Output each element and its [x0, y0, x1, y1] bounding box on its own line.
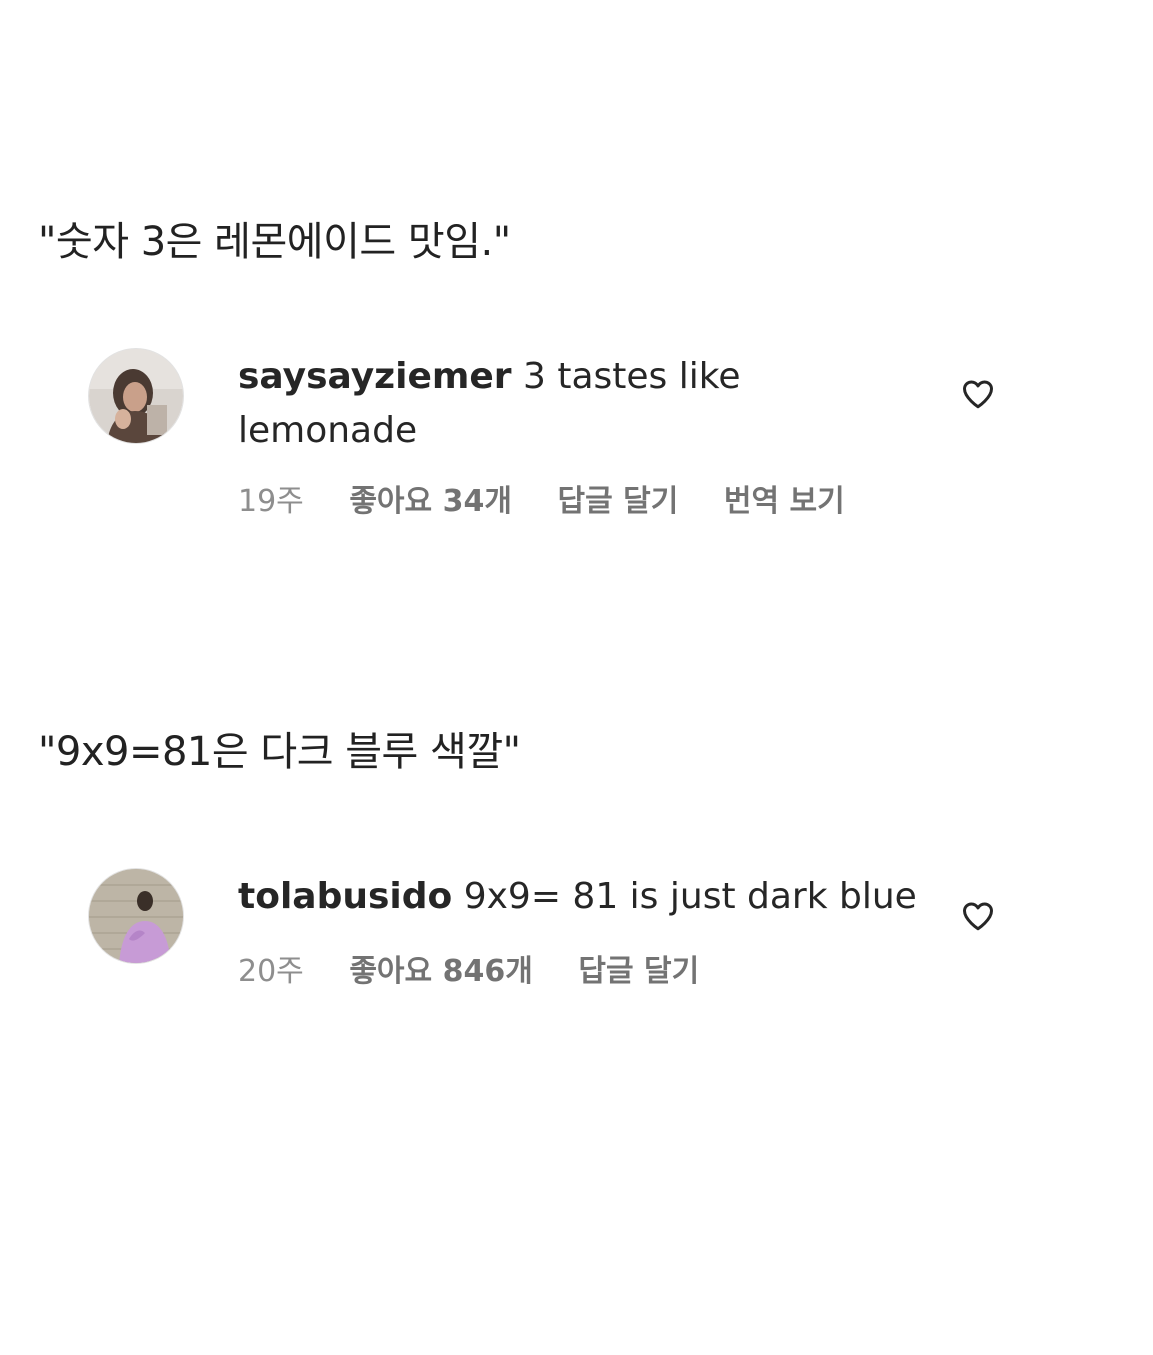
comment-meta: 20주 좋아요 846개 답글 달기	[238, 954, 735, 990]
avatar[interactable]	[88, 348, 184, 444]
heart-outline-icon[interactable]	[960, 376, 996, 412]
caption-quote-1: "숫자 3은 레몬에이드 맛임."	[38, 219, 511, 265]
comment-username[interactable]: tolabusido	[238, 876, 452, 917]
avatar[interactable]	[88, 868, 184, 964]
reply-button[interactable]: 답글 달기	[578, 954, 699, 989]
heart-outline-icon[interactable]	[960, 898, 996, 934]
comment-likes-link[interactable]: 좋아요 34개	[349, 484, 512, 519]
comment-message: 9x9= 81 is just dark blue	[463, 876, 917, 917]
avatar-photo	[89, 349, 183, 443]
comment-time: 20주	[238, 954, 304, 989]
comment-time: 19주	[238, 484, 304, 519]
avatar-photo	[89, 869, 183, 963]
caption-quote-2: "9x9=81은 다크 블루 색깔"	[38, 729, 521, 775]
comment-meta: 19주 좋아요 34개 답글 달기 번역 보기	[238, 484, 881, 520]
reply-button[interactable]: 답글 달기	[557, 484, 678, 519]
comment-username[interactable]: saysayziemer	[238, 356, 512, 397]
comment-text: saysayziemer 3 tastes like lemonade	[238, 350, 918, 458]
comment-text: tolabusido 9x9= 81 is just dark blue	[238, 870, 958, 924]
translate-button[interactable]: 번역 보기	[724, 484, 845, 519]
comment-likes-link[interactable]: 좋아요 846개	[349, 954, 532, 989]
